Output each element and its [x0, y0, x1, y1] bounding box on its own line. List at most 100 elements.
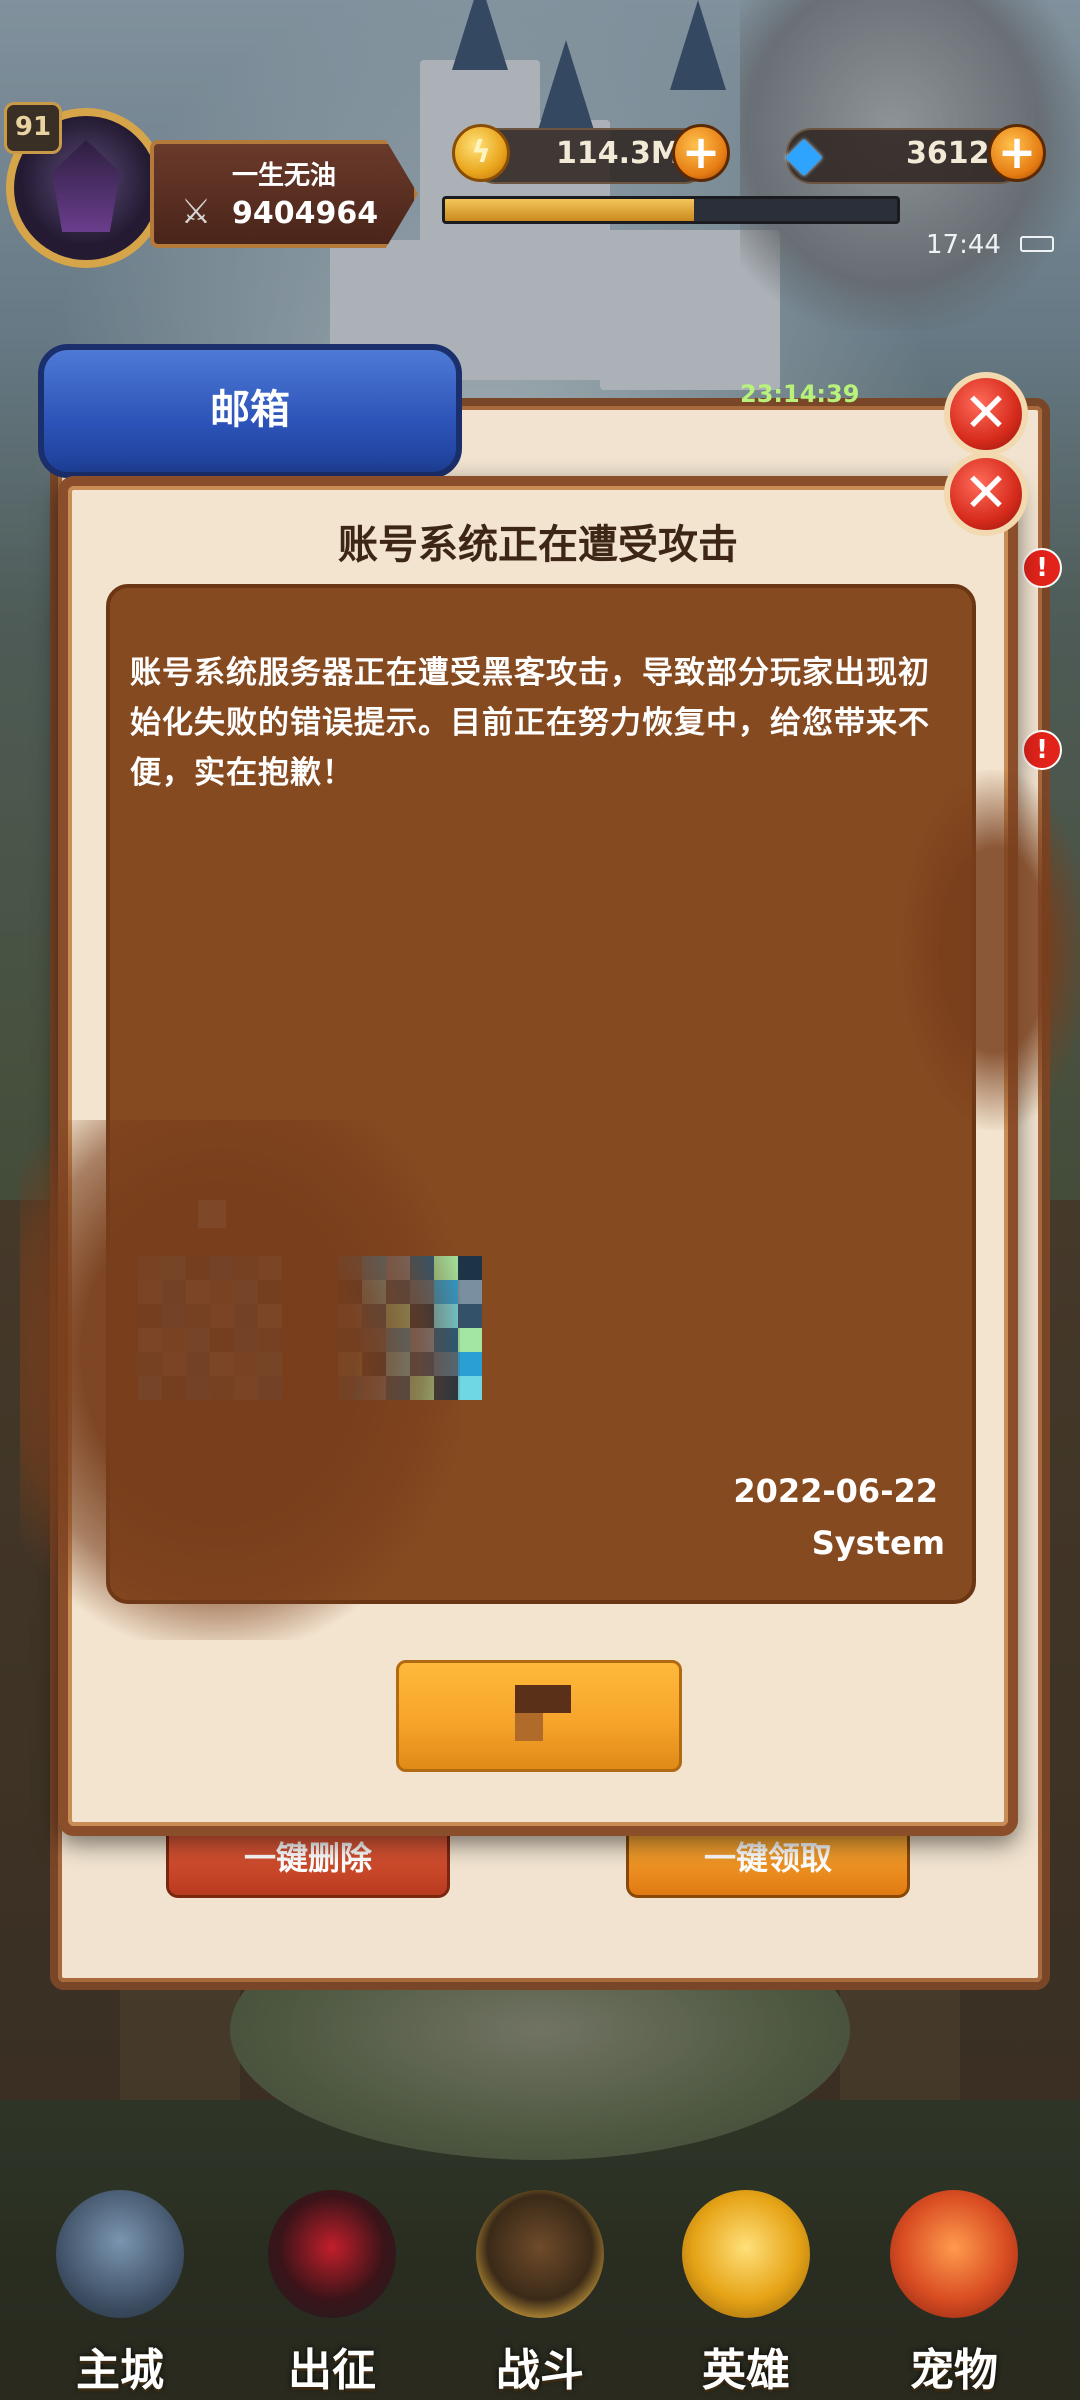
mosaic-pixel [138, 1352, 162, 1376]
coin-icon: ϟ [452, 124, 510, 182]
nav-heroes[interactable]: 英雄 [646, 2180, 846, 2400]
mosaic-pixel [386, 1280, 410, 1304]
nav-label: 出征 [288, 2345, 376, 2396]
experience-bar [442, 196, 900, 224]
mosaic-pixel [338, 1256, 362, 1280]
nav-pets[interactable]: 宠物 [854, 2180, 1054, 2400]
mosaic-pixel [258, 1280, 282, 1304]
nav-label: 战斗 [496, 2345, 584, 2396]
message-date: 2022-06-22 [733, 1472, 938, 1510]
mosaic-pixel [162, 1328, 186, 1352]
nav-label: 主城 [76, 2345, 164, 2396]
attachment-marker [198, 1200, 226, 1228]
player-name: 一生无油 [232, 161, 337, 191]
mosaic-pixel [410, 1304, 434, 1328]
mosaic-pixel [138, 1280, 162, 1304]
mosaic-pixel [162, 1352, 186, 1376]
nav-main-city[interactable]: 主城 [20, 2180, 220, 2400]
alert-badge-icon: ! [1022, 548, 1062, 588]
alert-badge-icon: ! [1022, 730, 1062, 770]
mosaic-pixel [210, 1328, 234, 1352]
mosaic-pixel [186, 1328, 210, 1352]
mosaic-pixel [234, 1352, 258, 1376]
add-gems-button[interactable]: + [988, 124, 1046, 182]
battery-icon [1020, 236, 1054, 252]
mosaic-pixel [362, 1280, 386, 1304]
mosaic-pixel [258, 1328, 282, 1352]
mosaic-pixel [210, 1376, 234, 1400]
mosaic-pixel [434, 1376, 458, 1400]
clock: 17:44 [926, 230, 1001, 260]
mosaic-pixel [362, 1328, 386, 1352]
crossed-swords-icon: ⚔ [180, 192, 212, 232]
mosaic-pixel [258, 1304, 282, 1328]
crossed-swords-shield-icon [476, 2190, 604, 2318]
add-gold-button[interactable]: + [672, 124, 730, 182]
nav-battle[interactable]: 战斗 [440, 2180, 640, 2400]
mosaic-pixel [434, 1352, 458, 1376]
mosaic-pixel [386, 1328, 410, 1352]
level-badge: 91 [4, 102, 62, 154]
mosaic-pixel [386, 1376, 410, 1400]
red-dragon-icon [890, 2190, 1018, 2318]
mosaic-pixel [138, 1304, 162, 1328]
mosaic-pixel [458, 1352, 482, 1376]
mosaic-pixel [138, 1376, 162, 1400]
pixelated-label [515, 1685, 571, 1713]
gold-amount: 114.3M [556, 136, 681, 171]
mosaic-pixel [410, 1376, 434, 1400]
mosaic-pixel [162, 1304, 186, 1328]
mailbox-tab[interactable]: 邮箱 [38, 344, 462, 478]
mosaic-pixel [410, 1256, 434, 1280]
mosaic-pixel [186, 1376, 210, 1400]
mosaic-pixel [386, 1352, 410, 1376]
diamond-icon: ◆ [785, 126, 823, 182]
mosaic-pixel [186, 1352, 210, 1376]
mosaic-pixel [458, 1376, 482, 1400]
mosaic-pixel [410, 1280, 434, 1304]
mosaic-pixel [338, 1328, 362, 1352]
mosaic-pixel [210, 1352, 234, 1376]
mosaic-pixel [338, 1352, 362, 1376]
nav-expedition[interactable]: 出征 [232, 2180, 432, 2400]
attachment-item[interactable] [138, 1256, 282, 1400]
mosaic-pixel [234, 1376, 258, 1400]
mosaic-pixel [434, 1256, 458, 1280]
attachment-item[interactable] [338, 1256, 482, 1400]
mosaic-pixel [210, 1304, 234, 1328]
mosaic-pixel [234, 1328, 258, 1352]
mosaic-pixel [410, 1352, 434, 1376]
mosaic-pixel [362, 1352, 386, 1376]
mosaic-pixel [362, 1304, 386, 1328]
mosaic-pixel [434, 1280, 458, 1304]
mosaic-pixel [162, 1256, 186, 1280]
player-power: 9404964 [232, 196, 379, 231]
mailbox-close-button[interactable]: ✕ [944, 372, 1028, 456]
golden-crown-icon [682, 2190, 810, 2318]
mosaic-pixel [162, 1376, 186, 1400]
castle-tower-icon [56, 2190, 184, 2318]
mosaic-pixel [234, 1304, 258, 1328]
mosaic-pixel [386, 1304, 410, 1328]
mosaic-pixel [186, 1304, 210, 1328]
mosaic-pixel [210, 1280, 234, 1304]
mosaic-pixel [458, 1328, 482, 1352]
mosaic-pixel [434, 1304, 458, 1328]
mosaic-pixel [458, 1280, 482, 1304]
confirm-button[interactable] [396, 1660, 682, 1772]
mosaic-pixel [234, 1280, 258, 1304]
mosaic-pixel [458, 1304, 482, 1328]
mosaic-pixel [338, 1280, 362, 1304]
mosaic-pixel [338, 1304, 362, 1328]
event-timer: 23:14:39 [740, 380, 860, 408]
mosaic-pixel [186, 1256, 210, 1280]
mosaic-pixel [186, 1280, 210, 1304]
mosaic-pixel [362, 1256, 386, 1280]
message-sender: System [811, 1524, 945, 1562]
mosaic-pixel [138, 1328, 162, 1352]
experience-bar-fill [445, 199, 694, 221]
mosaic-pixel [338, 1376, 362, 1400]
nav-label: 英雄 [702, 2345, 790, 2396]
mosaic-pixel [258, 1352, 282, 1376]
mosaic-pixel [434, 1328, 458, 1352]
